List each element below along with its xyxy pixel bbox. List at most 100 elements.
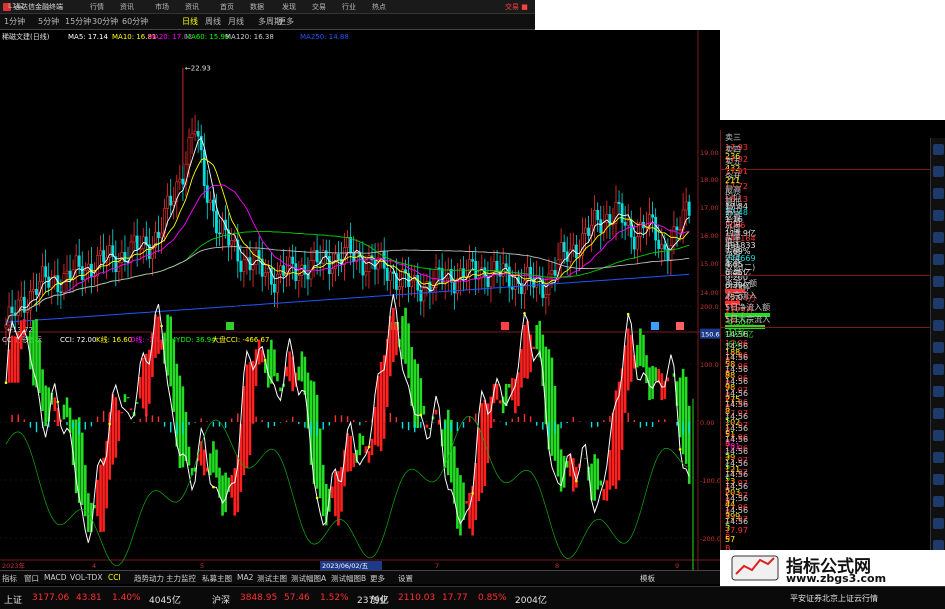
cci-dot bbox=[523, 312, 526, 315]
candle-body bbox=[660, 244, 664, 249]
indicator-label-0: CCI: 72.00 bbox=[60, 336, 96, 344]
candle-body bbox=[276, 273, 279, 293]
grid-icon[interactable] bbox=[933, 188, 944, 199]
indicator-tab-11[interactable]: 测试幅图B bbox=[331, 573, 366, 584]
timeframe-7[interactable]: 月线 bbox=[228, 16, 244, 27]
list-icon[interactable] bbox=[933, 210, 944, 221]
menu-item-2[interactable]: 市场 bbox=[155, 2, 169, 12]
bar-icon[interactable] bbox=[933, 166, 944, 177]
timeframe-9[interactable]: 更多 bbox=[278, 16, 294, 27]
info-icon[interactable] bbox=[933, 496, 944, 507]
candle-body bbox=[623, 222, 627, 226]
time-tick-5: 8 bbox=[555, 562, 559, 570]
stat-row: 收益(二) 0.200 PE(动) 45.0 bbox=[725, 262, 928, 302]
menu-item-10[interactable]: L1L2 bbox=[8, 2, 25, 10]
indicator-tab-1[interactable]: 窗口 bbox=[24, 573, 39, 584]
candle-body bbox=[599, 219, 603, 234]
tick-row: 14:56 17.96 88 B bbox=[725, 353, 928, 389]
candle-body bbox=[584, 227, 587, 235]
tick-time: 14:56 bbox=[725, 435, 749, 445]
line-icon[interactable] bbox=[933, 276, 944, 287]
indicator-tab-12[interactable]: 更多 bbox=[370, 573, 385, 584]
candle-body bbox=[44, 266, 48, 278]
up-icon[interactable] bbox=[933, 298, 944, 309]
timeframe-3[interactable]: 30分钟 bbox=[92, 16, 118, 27]
index-value: 3848.95 bbox=[240, 593, 278, 603]
tick-row: 14:56 17.96 8 S bbox=[725, 389, 928, 425]
stat-label: 最低 bbox=[725, 198, 741, 207]
chart-background bbox=[0, 30, 720, 570]
candle-body bbox=[568, 249, 572, 262]
menu-item-0[interactable]: 行情 bbox=[90, 2, 104, 12]
dots-icon[interactable] bbox=[933, 430, 944, 441]
indicator-tab-6[interactable]: 主力监控 bbox=[166, 573, 196, 584]
timeframe-5[interactable]: 日线 bbox=[182, 16, 198, 27]
divider bbox=[721, 327, 930, 328]
timeframe-1[interactable]: 5分钟 bbox=[38, 16, 59, 27]
tick-time: 14:56 bbox=[725, 458, 749, 468]
menu-item-8[interactable]: 行业 bbox=[342, 2, 356, 12]
indicator-tab-5[interactable]: 趋势动力 bbox=[134, 573, 164, 584]
indicator-tab-8[interactable]: MA2 bbox=[237, 573, 253, 582]
trade-button[interactable]: 交易 ■ bbox=[505, 2, 528, 12]
cci-dot bbox=[263, 358, 267, 362]
indicator-tab-7[interactable]: 私募主图 bbox=[202, 573, 232, 584]
candle-body bbox=[181, 178, 185, 185]
indicator-label-3: MYDD: 36.94 bbox=[170, 336, 216, 344]
indicator-tab-2[interactable]: MACD bbox=[44, 573, 66, 582]
signal-marker bbox=[501, 322, 509, 330]
ma-label-4: MA120: 16.38 bbox=[225, 33, 274, 41]
flag-icon[interactable] bbox=[933, 364, 944, 375]
cci-dot bbox=[212, 485, 215, 489]
candle-body bbox=[596, 209, 600, 220]
indicator-tab-13[interactable]: 设置 bbox=[398, 573, 413, 584]
menu-item-6[interactable]: 发现 bbox=[282, 2, 296, 12]
timeframe-6[interactable]: 周线 bbox=[205, 16, 221, 27]
menu-item-9[interactable]: 热点 bbox=[372, 2, 386, 12]
candle-body bbox=[263, 272, 267, 277]
candle-body bbox=[495, 260, 499, 273]
gear-icon[interactable] bbox=[933, 408, 944, 419]
candle-body bbox=[59, 291, 63, 294]
indicator-tab-10[interactable]: 测试幅图A bbox=[291, 573, 326, 584]
tick-time: 14:56 bbox=[725, 470, 749, 480]
menu-item-7[interactable]: 交易 bbox=[312, 2, 326, 12]
doc-icon[interactable] bbox=[933, 474, 944, 485]
indicator-tab-4[interactable]: CCI bbox=[108, 573, 121, 582]
zoom-icon[interactable] bbox=[933, 232, 944, 243]
stat-label: 净资 bbox=[725, 250, 741, 259]
indicator-tab-3[interactable]: VOL-TDX bbox=[70, 573, 102, 582]
candle-body bbox=[251, 264, 255, 271]
tab-more-label[interactable]: 模板 bbox=[640, 573, 655, 584]
menu-item-4[interactable]: 首页 bbox=[220, 2, 234, 12]
sun-icon[interactable] bbox=[933, 342, 944, 353]
indicator-tab-0[interactable]: 指标 bbox=[2, 573, 17, 584]
title-bar: 通达信金融终端 交易 ■ bbox=[0, 0, 535, 14]
star-icon[interactable] bbox=[933, 518, 944, 529]
lock-icon[interactable] bbox=[933, 386, 944, 397]
chart-icon[interactable] bbox=[933, 144, 944, 155]
timeframe-4[interactable]: 60分钟 bbox=[122, 16, 148, 27]
arrow-icon[interactable] bbox=[933, 452, 944, 463]
indicator-tick-0: 200.0 bbox=[700, 303, 719, 311]
tick-row: 14:56 17.96 39 S bbox=[725, 435, 928, 471]
candle-body bbox=[215, 210, 218, 234]
menu-item-5[interactable]: 数据 bbox=[250, 2, 264, 12]
time-tick-0: 2023年 bbox=[2, 561, 26, 570]
timeframe-2[interactable]: 15分钟 bbox=[65, 16, 91, 27]
rsi-icon[interactable] bbox=[933, 254, 944, 265]
tick-volume: 57 bbox=[725, 535, 736, 545]
bell-icon[interactable] bbox=[933, 320, 944, 331]
menu-item-3[interactable]: 资讯 bbox=[185, 2, 199, 12]
indicator-tick-4: -200.0 bbox=[700, 535, 720, 543]
stat-row: 净资4.65流通6.39亿 bbox=[725, 249, 928, 290]
menu-item-1[interactable]: 资讯 bbox=[120, 2, 134, 12]
indicator-tab-9[interactable]: 测试主图 bbox=[257, 573, 287, 584]
candle-body bbox=[504, 263, 508, 268]
candle-body bbox=[398, 286, 401, 290]
candle-body bbox=[208, 199, 212, 203]
index-amount: 2004亿 bbox=[515, 596, 547, 606]
timeframe-0[interactable]: 1分钟 bbox=[4, 16, 25, 27]
candle-body bbox=[205, 185, 209, 203]
chart-canvas[interactable]: 稀磁文建(日线) MA5: 17.14 MA10: 16.81MA20: 17.02… bbox=[0, 30, 720, 570]
